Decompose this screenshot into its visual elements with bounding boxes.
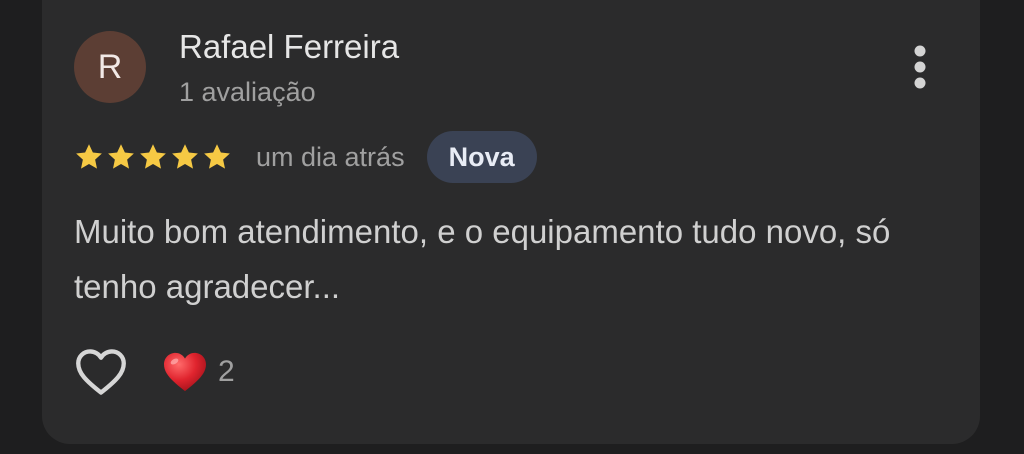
star-icon <box>76 144 102 169</box>
more-options-button[interactable] <box>900 40 940 94</box>
like-button[interactable] <box>74 345 128 399</box>
reaction-count: 2 <box>218 355 235 388</box>
star-icon <box>108 144 134 169</box>
new-badge: Nova <box>426 131 537 183</box>
author-name[interactable]: Rafael Ferreira <box>179 28 399 66</box>
star-icon <box>140 144 166 169</box>
star-rating <box>74 142 232 172</box>
review-actions: 2 <box>74 342 235 402</box>
star-icon <box>204 144 230 169</box>
more-vert-icon <box>914 45 926 89</box>
heart-outline-icon <box>76 349 126 395</box>
avatar-letter: R <box>97 47 123 86</box>
author-review-count: 1 avaliação <box>179 77 316 107</box>
star-icon <box>172 144 198 169</box>
red-heart-icon <box>164 352 206 392</box>
review-time: um dia atrás <box>256 141 405 172</box>
avatar[interactable]: R <box>74 31 146 103</box>
review-text: Muito bom atendimento, e o equipamento t… <box>74 213 891 305</box>
review-meta: um dia atrás Nova <box>74 130 537 184</box>
review-card: R Rafael Ferreira 1 avaliação um dia atr… <box>42 0 980 444</box>
reaction-heart[interactable]: 2 <box>162 351 235 393</box>
